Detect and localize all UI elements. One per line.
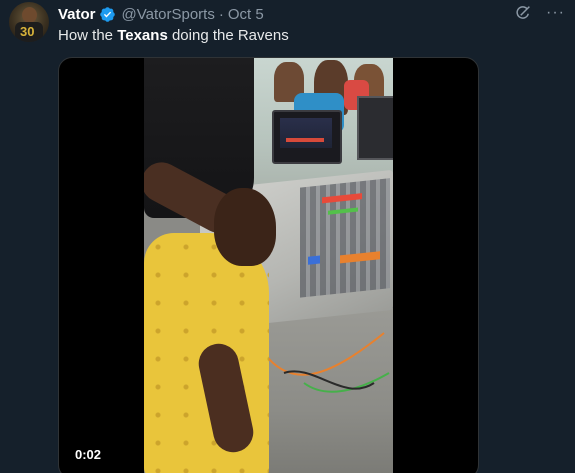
- video-timestamp: 0:02: [75, 447, 102, 462]
- more-options-icon[interactable]: ···: [546, 4, 565, 22]
- avatar-jersey-number: 30: [20, 24, 35, 39]
- video-cables: [263, 332, 390, 393]
- tweet-text-part-1: How the: [58, 27, 118, 44]
- video-player[interactable]: 0:02: [58, 57, 479, 473]
- verified-badge-icon: [99, 6, 116, 23]
- video-mixer-light: [308, 255, 320, 265]
- video-person-head: [214, 188, 276, 266]
- video-laptop-screen: [280, 118, 332, 148]
- tweet-text: How the Texans doing the Ravens: [58, 27, 289, 44]
- tweet-text-part-2: doing the Ravens: [167, 27, 289, 44]
- video-laptop: [272, 110, 342, 164]
- tweet-date[interactable]: Oct 5: [228, 6, 264, 23]
- tweet-card[interactable]: 30 Vator @VatorSports · Oct 5 ··· How th…: [0, 0, 575, 473]
- author-avatar[interactable]: 30: [9, 2, 49, 42]
- author-name[interactable]: Vator: [58, 6, 96, 23]
- video-second-laptop: [357, 96, 393, 160]
- header-separator: ·: [218, 5, 224, 23]
- tweet-top-actions: ···: [514, 4, 565, 22]
- tweet-text-bold[interactable]: Texans: [117, 27, 168, 44]
- tweet-header: Vator @VatorSports · Oct 5: [58, 5, 264, 23]
- video-frame[interactable]: [144, 58, 393, 473]
- avatar-head: [22, 7, 37, 23]
- author-handle[interactable]: @VatorSports: [122, 6, 215, 23]
- grok-icon[interactable]: [514, 4, 532, 22]
